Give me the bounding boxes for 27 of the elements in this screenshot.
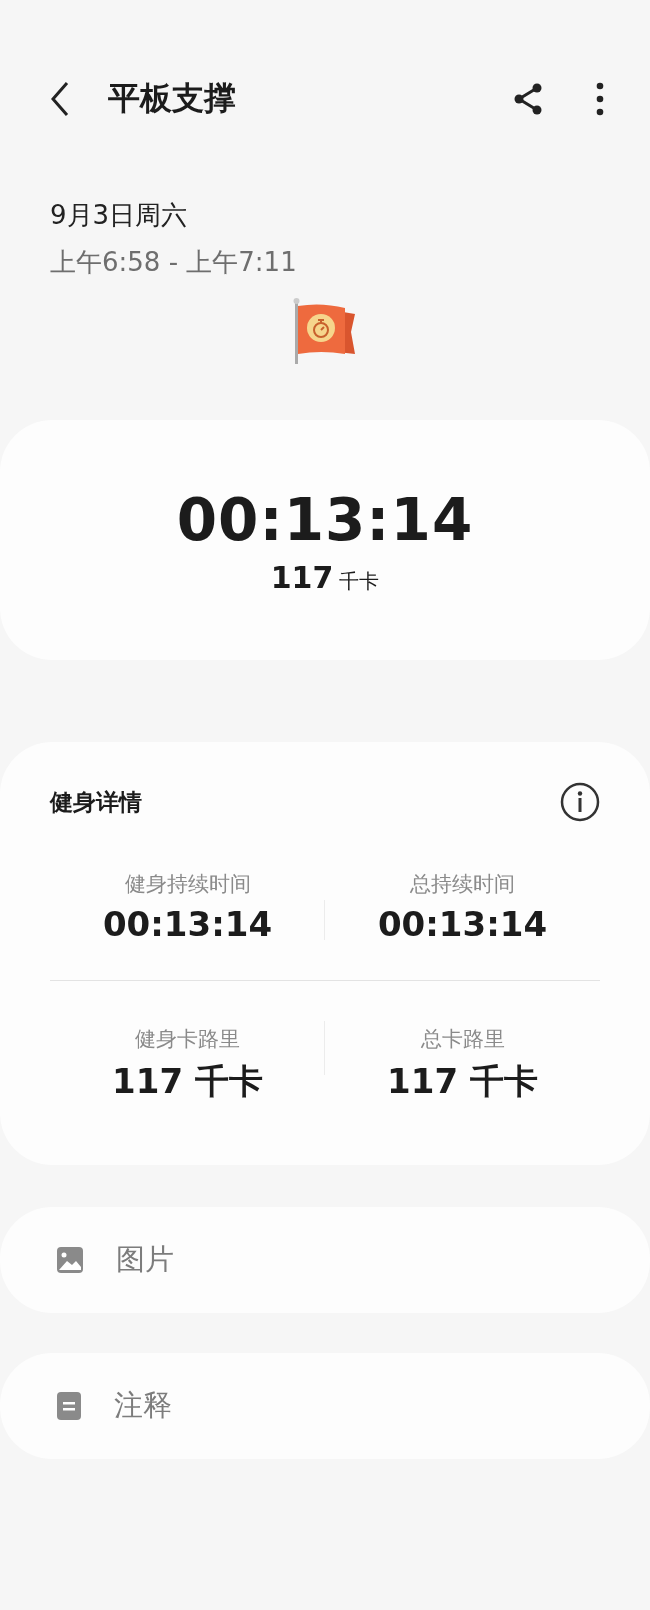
stat-label: 总卡路里: [420, 1026, 505, 1053]
more-icon: [596, 82, 604, 116]
stat-label: 健身卡路里: [135, 1026, 240, 1053]
row-label: 注释: [114, 1387, 172, 1424]
picture-row[interactable]: 图片: [0, 1207, 650, 1313]
total-duration: 00:13:14: [176, 485, 474, 554]
calories-unit: 千卡: [339, 567, 380, 595]
stat-label: 健身持续时间: [124, 871, 251, 898]
details-title: 健身详情: [50, 787, 142, 817]
stat-value: 00:13:14: [377, 904, 548, 944]
info-icon: [560, 782, 600, 822]
stat-value: 117 千卡: [387, 1060, 538, 1103]
workout-date: 9月3日周六: [50, 199, 189, 232]
stat-value: 117 千卡: [112, 1060, 263, 1103]
note-icon: [56, 1391, 82, 1421]
share-icon: [512, 82, 544, 116]
workout-time-range: 上午6:58 - 上午7:11: [50, 246, 298, 279]
stat-value: 00:13:14: [102, 904, 273, 944]
note-row[interactable]: 注释: [0, 1353, 650, 1459]
info-button[interactable]: [560, 782, 600, 822]
back-icon: [50, 81, 70, 117]
calories-value: 117: [270, 559, 334, 595]
stat-label: 总持续时间: [410, 871, 515, 898]
image-icon: [56, 1246, 84, 1274]
flag-stopwatch-icon: [293, 298, 357, 366]
row-label: 图片: [116, 1241, 174, 1278]
page-title: 平板支撑: [108, 78, 237, 119]
